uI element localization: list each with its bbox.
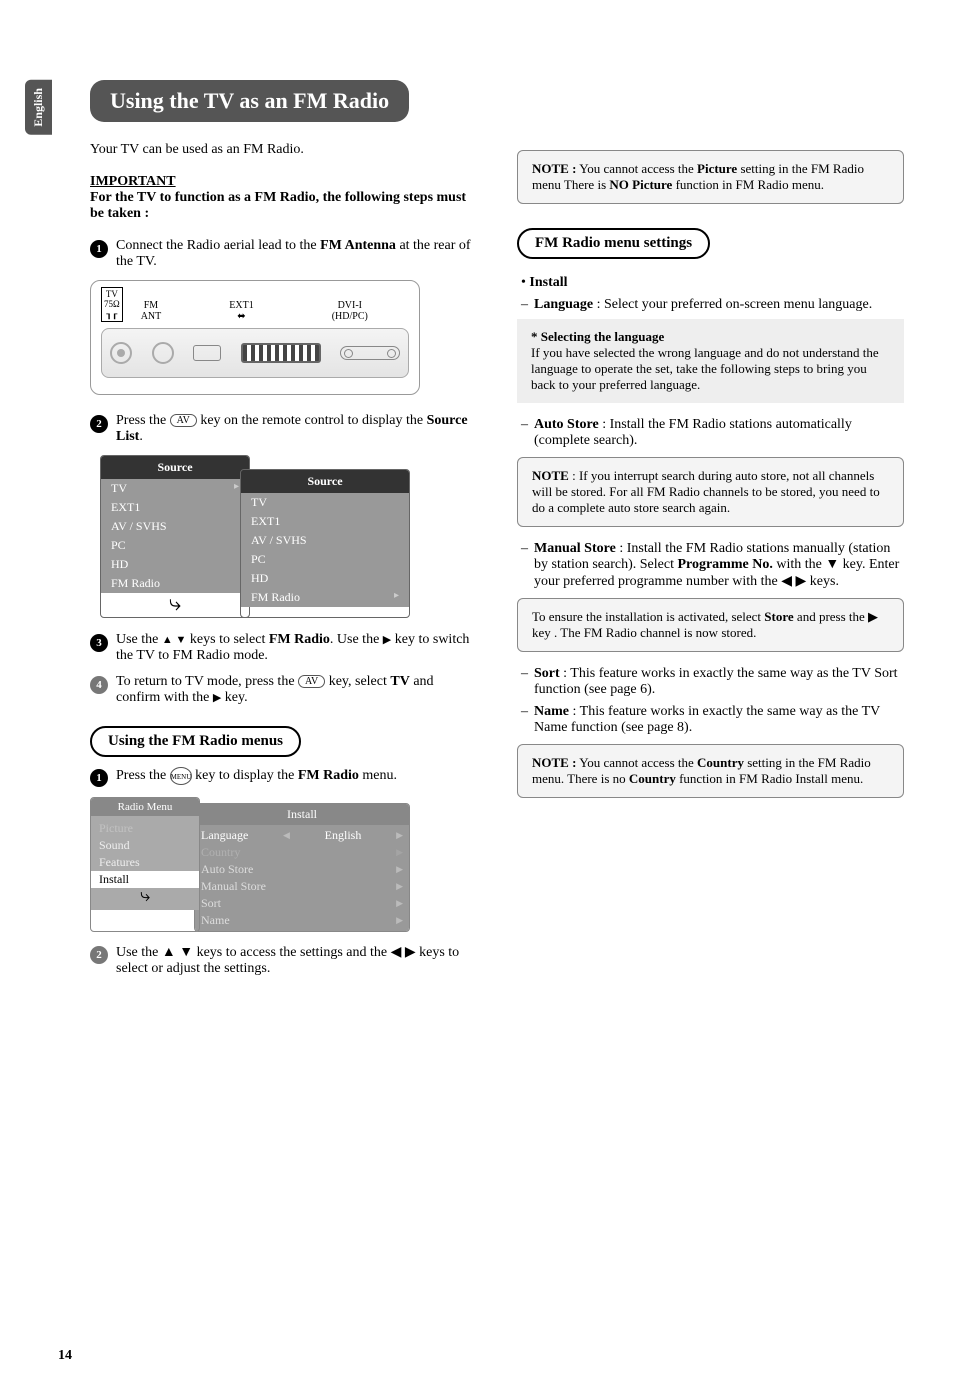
source-item: AV / SVHS <box>101 517 249 536</box>
source-item: TV <box>101 479 249 498</box>
step-number-icon: 2 <box>90 415 108 433</box>
step-2: 2 Press the AV key on the remote control… <box>90 413 477 445</box>
av-key-icon: AV <box>298 675 325 688</box>
source-item: TV <box>241 493 409 512</box>
port-icon <box>152 342 174 364</box>
step-number-icon: 1 <box>90 240 108 258</box>
source-head: Source <box>241 470 409 493</box>
sort-item: Sort : This feature works in exactly the… <box>521 666 904 698</box>
source-item: PC <box>241 550 409 569</box>
av-key-icon: AV <box>170 414 197 427</box>
important-block: IMPORTANT For the TV to function as a FM… <box>90 174 477 222</box>
source-head: Source <box>101 456 249 479</box>
note-country-box: NOTE : You cannot access the Country set… <box>517 744 904 798</box>
rear-panel-illustration: TV75Ω┒┎ FMANT EXT1⬌ DVI-I(HD/PC) <box>90 280 420 395</box>
step1-b: FM Antenna <box>320 238 396 253</box>
fm-settings-head: FM Radio menu settings <box>517 228 710 259</box>
step-number-icon: 3 <box>90 634 108 652</box>
source-item: HD <box>241 569 409 588</box>
radio-menu-head: Radio Menu <box>91 798 199 816</box>
port-icon <box>193 345 221 361</box>
port-icon <box>110 342 132 364</box>
manual-store-item: Manual Store : Install the FM Radio stat… <box>521 541 904 590</box>
menu-item: Features <box>99 854 191 871</box>
dvi-port-icon <box>340 346 400 360</box>
name-item: Name : This feature works in exactly the… <box>521 704 904 736</box>
radio-menu-illustration: Radio Menu Picture Sound Features Instal… <box>90 797 410 932</box>
menu-item: Sound <box>99 837 191 854</box>
step1-a: Connect the Radio aerial lead to the <box>116 238 320 253</box>
store-confirm-box: To ensure the installation is activated,… <box>517 598 904 652</box>
menu-item: Picture <box>99 820 191 837</box>
step-1: 1 Connect the Radio aerial lead to the F… <box>90 238 477 270</box>
step-number-icon: 2 <box>90 946 108 964</box>
source-list-illustration: Source TV EXT1 AV / SVHS PC HD FM Radio … <box>100 455 420 618</box>
source-item: EXT1 <box>241 512 409 531</box>
note-picture-box: NOTE : You cannot access the Picture set… <box>517 150 904 204</box>
step-number-icon: 1 <box>90 769 108 787</box>
return-arrow-icon: ⤷ <box>140 885 150 906</box>
menu-key-icon: MENU <box>170 767 192 785</box>
install-head: Install <box>195 804 409 825</box>
source-item: EXT1 <box>101 498 249 517</box>
language-item: Language : Select your preferred on-scre… <box>521 297 904 313</box>
menus-step-2: 2 Use the ▲ ▼ keys to access the setting… <box>90 944 477 977</box>
step-4: 4 To return to TV mode, press the AV key… <box>90 674 477 706</box>
step-3: 3 Use the ▲ ▼ keys to select FM Radio. U… <box>90 632 477 664</box>
important-text: For the TV to function as a FM Radio, th… <box>90 190 477 222</box>
step-number-icon: 4 <box>90 676 108 694</box>
intro-text: Your TV can be used as an FM Radio. <box>90 142 477 158</box>
return-arrow-icon: ⤷ <box>169 590 181 616</box>
source-item: HD <box>101 555 249 574</box>
scart-port-icon <box>241 343 321 363</box>
t: key on the remote control to display the <box>197 413 427 428</box>
install-bullet: • Install <box>521 275 904 291</box>
source-item: PC <box>101 536 249 555</box>
lang-tab: English <box>25 80 52 135</box>
page-title: Using the TV as an FM Radio <box>90 80 409 122</box>
page-number: 14 <box>58 1348 72 1364</box>
auto-store-item: Auto Store : Install the FM Radio statio… <box>521 417 904 449</box>
fm-radio-menus-head: Using the FM Radio menus <box>90 726 301 757</box>
source-item: FM Radio <box>241 588 409 607</box>
menus-step-1: 1 Press the MENU key to display the FM R… <box>90 767 477 787</box>
t: Press the <box>116 413 170 428</box>
important-head: IMPORTANT <box>90 174 176 189</box>
source-item: AV / SVHS <box>241 531 409 550</box>
selecting-language-box: * Selecting the language If you have sel… <box>517 319 904 403</box>
note-autostore-box: NOTE : If you interrupt search during au… <box>517 457 904 527</box>
